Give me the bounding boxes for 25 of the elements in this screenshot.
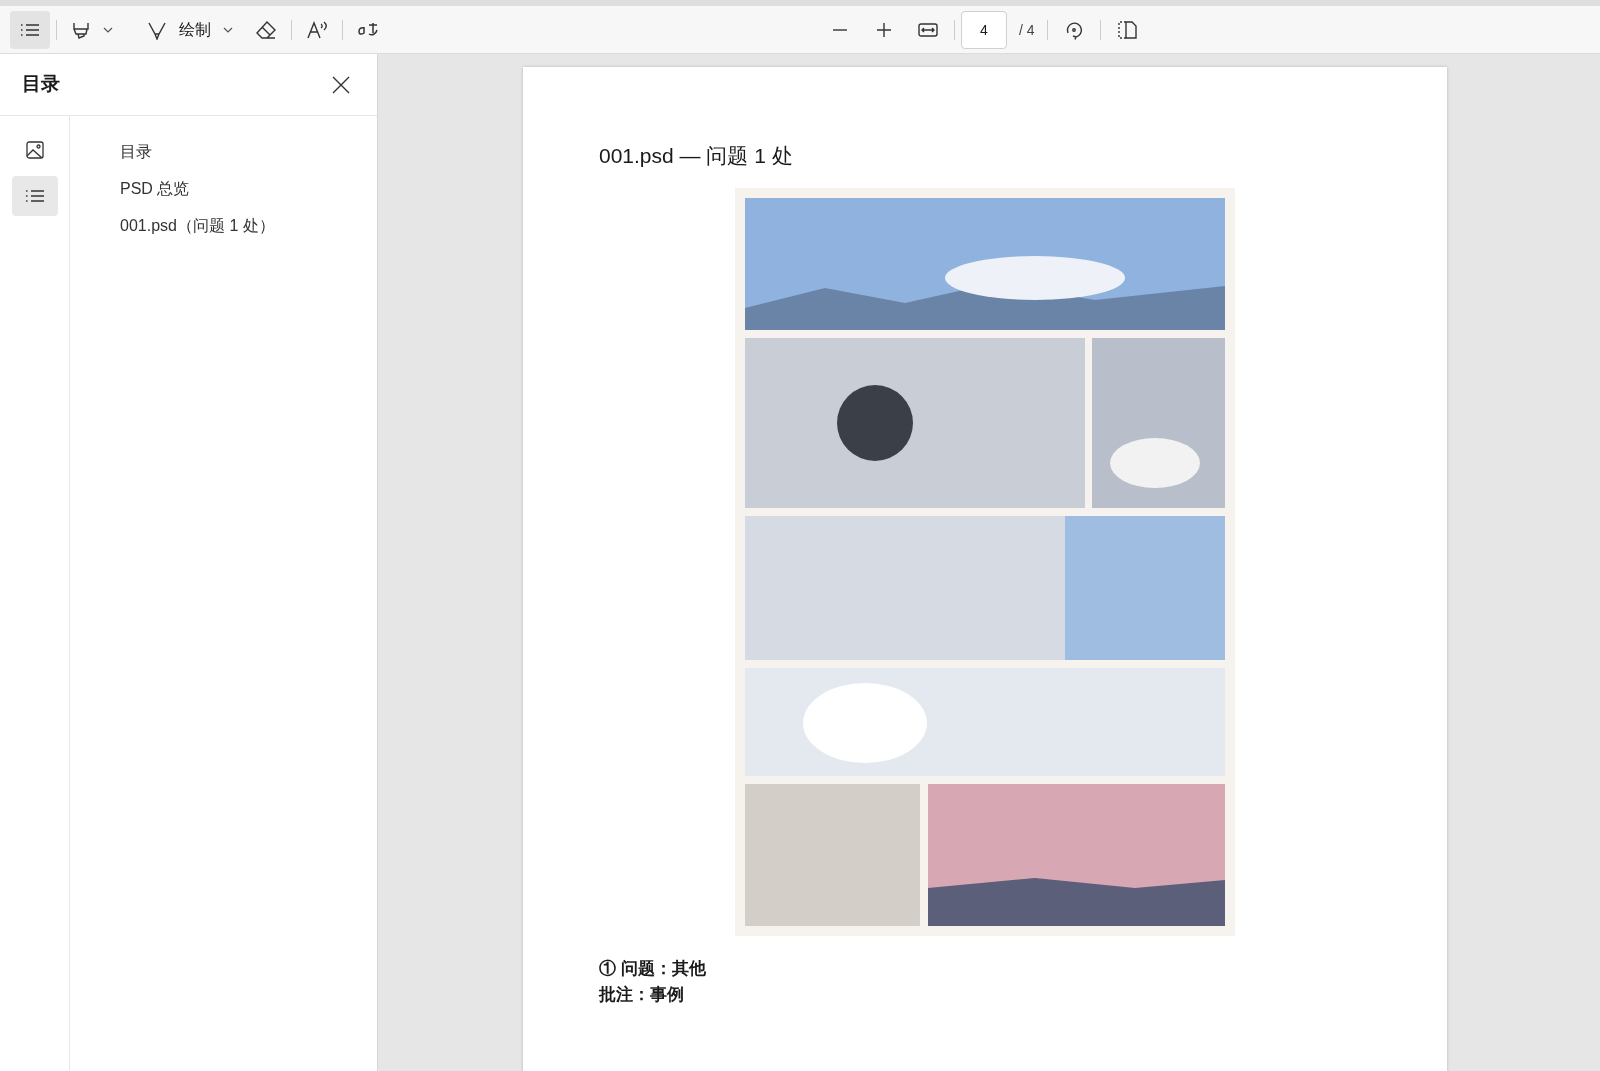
page-heading: 001.psd — 问题 1 处 [599,143,794,169]
read-aloud-icon [306,19,328,40]
two-page-icon [1116,21,1137,39]
note-text: 批注：事例 [599,984,685,1006]
minus-icon [833,29,847,31]
outline-item[interactable]: 目录 [120,140,275,164]
note-text: ① 问题：其他 [599,958,707,980]
outline-item[interactable]: PSD 总览 [120,177,275,201]
list-icon [24,189,45,203]
chevron-down-icon [223,26,233,33]
fit-width-icon [918,23,938,37]
outline-item[interactable]: 001.psd（问题 1 处） [120,214,275,238]
contents-button[interactable] [10,10,50,49]
draw-button[interactable]: 绘制 [127,10,241,49]
page-count: / 4 [1018,20,1036,40]
plus-icon [877,23,891,37]
sidebar-title: 目录 [22,72,60,97]
page-number-field[interactable]: 4 [961,11,1007,49]
image-icon [25,141,44,159]
chevron-down-icon [103,26,113,33]
list-icon [20,22,40,37]
outline-tab[interactable] [11,176,58,216]
close-icon [332,75,350,94]
translate-icon [357,20,381,39]
eraser-icon [255,19,277,40]
